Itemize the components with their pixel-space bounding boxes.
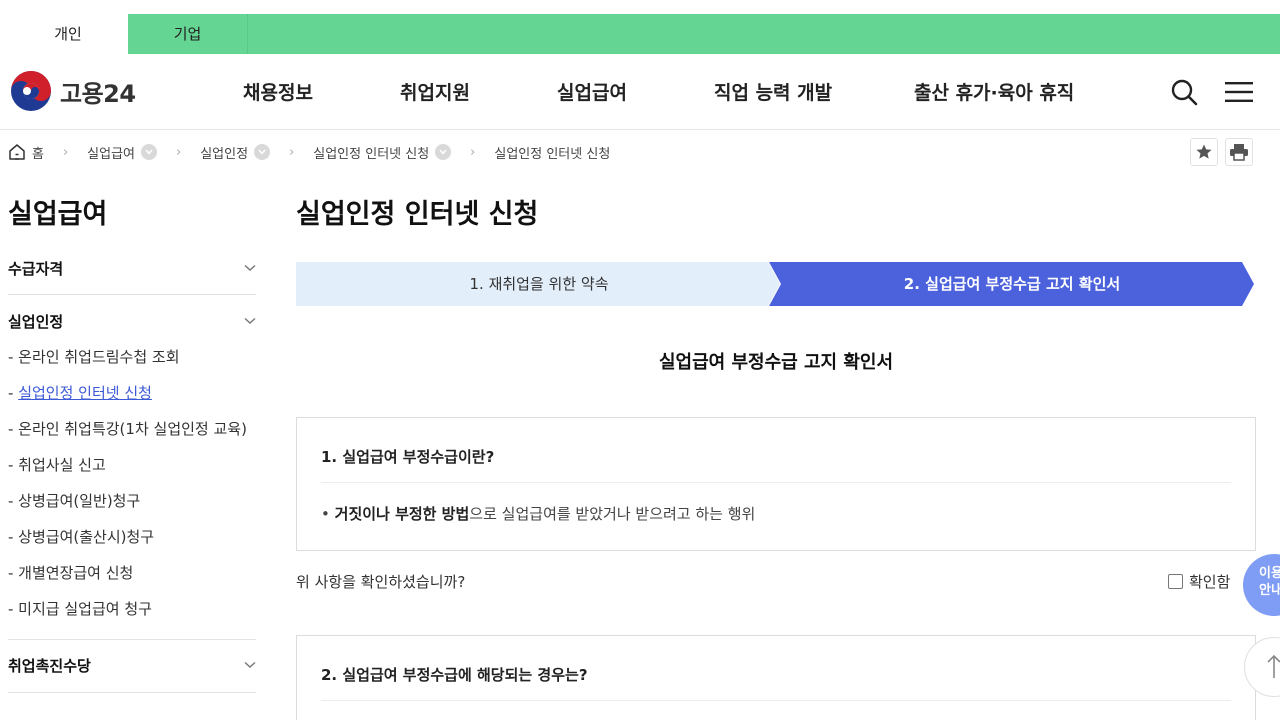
- dropdown-circle-icon[interactable]: [141, 144, 158, 160]
- dropdown-circle-icon[interactable]: [254, 144, 271, 160]
- search-icon[interactable]: [1170, 78, 1198, 106]
- nav-unemployment-benefit[interactable]: 실업급여: [557, 78, 627, 105]
- audience-tab-bar: 개인 기업: [0, 14, 1280, 54]
- usage-guide-button[interactable]: 이용 안내: [1243, 554, 1280, 616]
- sidebar-section-label: 취업촉진수당: [8, 656, 91, 675]
- notice-question: 2. 실업급여 부정수급에 해당되는 경우는?: [321, 666, 588, 684]
- bullet: •: [321, 505, 330, 523]
- notice-box-definition: 1. 실업급여 부정수급이란? • 거짓이나 부정한 방법으로 실업급여를 받았…: [296, 417, 1256, 551]
- step-indicator: 1. 재취업을 위한 약속 2. 실업급여 부정수급 고지 확인서: [296, 262, 1254, 306]
- nav-job-info[interactable]: 채용정보: [243, 78, 313, 105]
- confirm-question: 위 사항을 확인하셨습니까?: [296, 573, 466, 591]
- sidebar-section-eligibility[interactable]: 수급자격: [8, 256, 256, 280]
- breadcrumb-label: 실업인정 인터넷 신청: [494, 146, 611, 162]
- nav-maternity-parental-leave[interactable]: 출산 휴가·육아 휴직: [914, 78, 1074, 105]
- notice-box-cases: 2. 실업급여 부정수급에 해당되는 경우는?: [296, 635, 1256, 720]
- sidebar-item-extended-benefit[interactable]: - 개별연장급여 신청: [8, 562, 133, 583]
- notice-text: 으로 실업급여를 받았거나 받으려고 하는 행위: [469, 505, 756, 523]
- hamburger-menu-icon[interactable]: [1225, 80, 1253, 104]
- sidebar-item-sickness-childbirth[interactable]: - 상병급여(출산시)청구: [8, 526, 154, 547]
- chevron-down-icon: [244, 661, 256, 668]
- divider: [8, 639, 256, 640]
- site-logo[interactable]: 고용24: [10, 70, 136, 112]
- breadcrumb: 홈 › 실업급여 › 실업인정 › 실업인정 인터넷 신청 › 실업인정 인터넷…: [8, 140, 610, 164]
- form-heading: 실업급여 부정수급 고지 확인서: [658, 352, 894, 373]
- breadcrumb-internet-application[interactable]: 실업인정 인터넷 신청: [313, 143, 452, 162]
- print-button[interactable]: [1225, 138, 1253, 166]
- notice-body: • 거짓이나 부정한 방법으로 실업급여를 받았거나 받으려고 하는 행위: [321, 503, 755, 524]
- site-header: 고용24 채용정보 취업지원 실업급여 직업 능력 개발 출산 휴가·육아 휴직: [0, 54, 1280, 130]
- sidebar-item-prefix: -: [8, 384, 19, 402]
- notice-emphasis: 거짓이나 부정한 방법: [334, 505, 470, 523]
- chevron-right-icon: ›: [62, 144, 69, 160]
- breadcrumb-label: 실업인정: [200, 146, 249, 162]
- tab-corporate[interactable]: 기업: [128, 14, 248, 54]
- nav-vocational-training[interactable]: 직업 능력 개발: [714, 78, 832, 105]
- sidebar-title: 실업급여: [8, 199, 108, 230]
- usage-guide-line2: 안내: [1259, 583, 1280, 598]
- sidebar-section-promotion-allowance[interactable]: 취업촉진수당: [8, 653, 256, 677]
- bookmark-button[interactable]: [1190, 138, 1218, 166]
- chevron-down-icon: [244, 317, 256, 324]
- dropdown-circle-icon[interactable]: [435, 144, 452, 160]
- sidebar-section-recognition[interactable]: 실업인정: [8, 309, 256, 333]
- step-2-label: 2. 실업급여 부정수급 고지 확인서: [904, 275, 1120, 293]
- star-icon: [1196, 144, 1212, 159]
- arrow-up-icon: [1267, 654, 1280, 678]
- chevron-right-icon: ›: [176, 144, 182, 160]
- usage-guide-line1: 이용: [1259, 566, 1280, 581]
- taegeuk-logo-icon: [11, 71, 51, 111]
- nav-employment-support[interactable]: 취업지원: [400, 78, 470, 105]
- sidebar-item-online-lecture[interactable]: - 온라인 취업특강(1차 실업인정 교육): [8, 418, 247, 439]
- scroll-top-button[interactable]: [1244, 637, 1280, 697]
- printer-icon: [1230, 144, 1248, 161]
- divider: [8, 692, 256, 693]
- sidebar-item-sickness-general[interactable]: - 상병급여(일반)청구: [8, 490, 140, 511]
- tab-bar-lead: [0, 14, 8, 54]
- logo-text: 고용24: [60, 79, 136, 108]
- checkbox-box[interactable]: [1168, 574, 1183, 589]
- sidebar-section-label: 실업인정: [8, 312, 64, 331]
- divider: [321, 482, 1231, 483]
- home-icon: [9, 144, 25, 160]
- breadcrumb-label: 실업인정 인터넷 신청: [313, 146, 430, 162]
- tab-personal[interactable]: 개인: [8, 14, 128, 54]
- sidebar-item-label: 실업인정 인터넷 신청: [18, 384, 152, 402]
- sidebar-section-label: 수급자격: [8, 259, 64, 278]
- chevron-right-icon: ›: [470, 144, 476, 160]
- breadcrumb-unemployment-benefit[interactable]: 실업급여: [87, 143, 158, 162]
- breadcrumb-current: 실업인정 인터넷 신청: [494, 143, 610, 162]
- confirm-checkbox[interactable]: 확인함: [1168, 571, 1230, 592]
- sidebar-item-employment-report[interactable]: - 취업사실 신고: [8, 454, 106, 475]
- divider: [321, 700, 1231, 701]
- sidebar-item-dream-notebook[interactable]: - 온라인 취업드림수첩 조회: [8, 346, 180, 367]
- breadcrumb-unemployment-recognition[interactable]: 실업인정: [200, 143, 271, 162]
- breadcrumb-home[interactable]: 홈: [8, 143, 44, 162]
- chevron-right-icon: ›: [289, 144, 295, 160]
- sidebar-item-internet-application[interactable]: - 실업인정 인터넷 신청: [8, 382, 152, 403]
- divider: [8, 294, 256, 295]
- confirm-checkbox-label: 확인함: [1189, 573, 1231, 591]
- page-title: 실업인정 인터넷 신청: [296, 199, 539, 230]
- breadcrumb-label: 실업급여: [87, 146, 136, 162]
- chevron-down-icon: [244, 264, 256, 271]
- notice-question: 1. 실업급여 부정수급이란?: [321, 448, 495, 466]
- sidebar-item-unpaid-claim[interactable]: - 미지급 실업급여 청구: [8, 598, 152, 619]
- breadcrumb-home-label: 홈: [32, 146, 44, 162]
- step-1-label: 1. 재취업을 위한 약속: [469, 275, 608, 293]
